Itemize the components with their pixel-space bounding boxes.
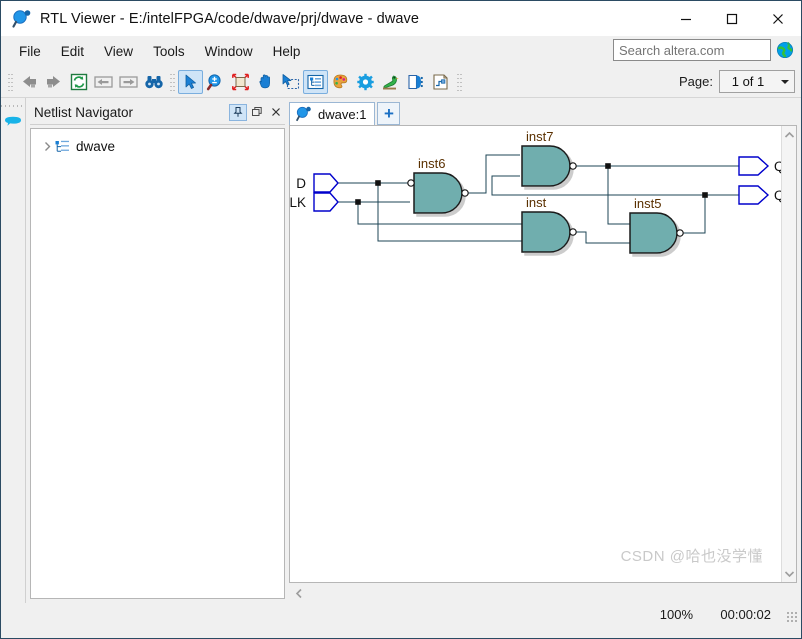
window-title: RTL Viewer - E:/intelFPGA/code/dwave/prj…: [40, 10, 420, 27]
bird-probe-icon[interactable]: [378, 70, 403, 94]
settings-gear-icon[interactable]: [353, 70, 378, 94]
title-bar: RTL Viewer - E:/intelFPGA/code/dwave/prj…: [1, 1, 801, 36]
tab-label: dwave:1: [318, 106, 367, 122]
search-area: [613, 39, 795, 61]
tree-item-dwave[interactable]: dwave: [31, 135, 284, 157]
next-page-icon[interactable]: [116, 70, 141, 94]
export-schematic-icon[interactable]: [428, 70, 453, 94]
vertical-scroll-track[interactable]: [782, 143, 796, 565]
forward-icon[interactable]: [41, 70, 66, 94]
menu-file[interactable]: File: [9, 40, 51, 63]
maximize-button[interactable]: [709, 1, 755, 36]
tree-item-label: dwave: [76, 138, 116, 154]
pan-hand-icon[interactable]: [253, 70, 278, 94]
previous-page-icon[interactable]: [91, 70, 116, 94]
elapsed-time: 00:00:02: [720, 606, 771, 622]
tab-bar: dwave:1 +: [289, 100, 797, 125]
fit-in-window-icon[interactable]: [228, 70, 253, 94]
menu-help[interactable]: Help: [263, 40, 311, 63]
gate-inst7: inst7: [521, 129, 577, 187]
close-button[interactable]: [755, 1, 801, 36]
input-port-CLK: CLK: [290, 192, 339, 212]
wire-junction: [355, 199, 361, 205]
gate-inst5: inst5: [629, 196, 684, 254]
resize-grip[interactable]: [786, 611, 798, 623]
canvas-container: D CLK inst6: [289, 125, 797, 583]
horizontal-scrollbar[interactable]: [289, 584, 797, 602]
hierarchy-icon: [54, 139, 71, 154]
minimize-button[interactable]: [663, 1, 709, 36]
select-arrow-icon[interactable]: [178, 70, 203, 94]
wire-junction: [375, 180, 381, 186]
netlist-navigator-panel: Netlist Navigator dwave: [26, 98, 289, 603]
search-input[interactable]: [613, 39, 771, 61]
left-rail: [1, 98, 26, 603]
color-palette-icon[interactable]: [328, 70, 353, 94]
port-label-q1: Q1: [774, 159, 781, 174]
filter-icon[interactable]: [403, 70, 428, 94]
pin-icon[interactable]: [229, 103, 247, 121]
chevron-down-icon[interactable]: [782, 565, 796, 582]
rtl-viewer-window: RTL Viewer - E:/intelFPGA/code/dwave/prj…: [0, 0, 802, 639]
chevron-up-icon[interactable]: [782, 126, 796, 143]
gate-label-inst: inst: [526, 195, 547, 210]
netlist-tree[interactable]: dwave: [30, 128, 285, 599]
page-control: Page: 1 of 1: [679, 70, 795, 93]
port-label-clk: CLK: [290, 195, 306, 210]
port-label-q: Q: [774, 188, 781, 203]
gate-inst6: inst6: [407, 156, 469, 214]
toolbar-grip[interactable]: [7, 72, 13, 92]
globe-icon[interactable]: [775, 40, 795, 60]
zoom-level: 100%: [659, 606, 693, 622]
page-label: Page:: [679, 74, 713, 89]
menu-edit[interactable]: Edit: [51, 40, 94, 63]
output-port-Q1: Q1: [738, 156, 781, 176]
schematic-area: dwave:1 + D LK inst6 inst7 inst inst5 Q …: [289, 98, 801, 603]
gate-label-inst6: inst6: [418, 156, 445, 171]
area-select-icon[interactable]: [278, 70, 303, 94]
rtl-viewer-icon: [11, 8, 33, 30]
output-port-Q: Q: [738, 185, 781, 205]
find-binoculars-icon[interactable]: [141, 70, 166, 94]
netlist-navigator-header: Netlist Navigator: [30, 100, 285, 125]
page-select[interactable]: 1 of 1: [719, 70, 795, 93]
input-port-D: D: [296, 173, 339, 193]
menu-window[interactable]: Window: [195, 40, 263, 63]
rtl-viewer-icon: [295, 105, 313, 123]
wire-junction: [605, 163, 611, 169]
gate-label-inst7: inst7: [526, 129, 553, 144]
left-rail-grip[interactable]: [1, 102, 25, 110]
toolbar-grip-3[interactable]: [456, 72, 462, 92]
schematic-svg: D CLK inst6: [290, 129, 781, 254]
message-bubble-icon[interactable]: [2, 113, 24, 135]
wire-junction: [702, 192, 708, 198]
toolbar-grip-2[interactable]: [169, 72, 175, 92]
add-tab-button[interactable]: +: [377, 102, 401, 125]
zoom-icon[interactable]: [203, 70, 228, 94]
status-bar: 100% 00:00:02: [1, 603, 801, 625]
main-body: Netlist Navigator dwave dwave:1 + D LK i…: [1, 98, 801, 603]
toolbar: Page: 1 of 1: [1, 67, 801, 98]
netlist-navigator-icon[interactable]: [303, 70, 328, 94]
restore-window-icon[interactable]: [248, 104, 266, 121]
netlist-navigator-title: Netlist Navigator: [34, 104, 134, 120]
chevron-left-icon[interactable]: [289, 588, 309, 599]
chevron-down-icon: [776, 78, 794, 86]
schematic-canvas[interactable]: D CLK inst6: [290, 126, 781, 582]
gate-inst: inst: [521, 195, 577, 253]
menu-bar: File Edit View Tools Window Help: [1, 36, 801, 67]
menu-tools[interactable]: Tools: [143, 40, 195, 63]
page-value: 1 of 1: [731, 74, 765, 89]
tab-dwave-1[interactable]: dwave:1: [289, 102, 376, 125]
vertical-scrollbar[interactable]: [781, 126, 796, 582]
window-controls: [663, 1, 801, 36]
menu-view[interactable]: View: [94, 40, 143, 63]
chevron-right-icon[interactable]: [40, 141, 54, 152]
close-icon[interactable]: [267, 104, 285, 121]
back-icon[interactable]: [16, 70, 41, 94]
horizontal-scroll-row: [289, 583, 797, 603]
port-label-d: D: [296, 176, 306, 191]
refresh-icon[interactable]: [66, 70, 91, 94]
gate-label-inst5: inst5: [634, 196, 661, 211]
